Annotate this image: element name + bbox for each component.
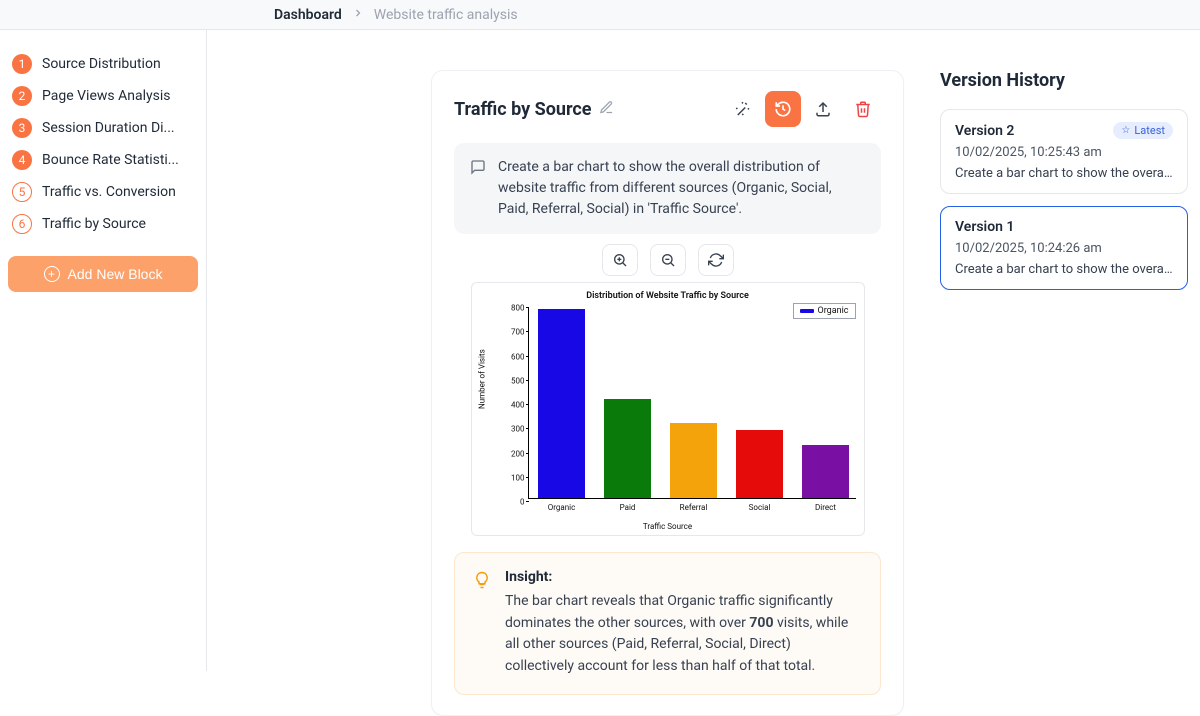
sidebar-item-label: Session Duration Di... — [42, 120, 175, 136]
sidebar-item[interactable]: 5 Traffic vs. Conversion — [8, 176, 198, 208]
breadcrumb-page[interactable]: Website traffic analysis — [374, 7, 518, 23]
version-name: Version 2 — [955, 123, 1014, 139]
history-button[interactable] — [765, 91, 801, 127]
chart-ytick: 800 — [501, 304, 525, 313]
chart-ytick: 700 — [501, 328, 525, 337]
sidebar-item-label: Traffic by Source — [42, 216, 146, 232]
latest-badge: ☆Latest — [1113, 122, 1173, 139]
zoom-in-button[interactable] — [602, 244, 638, 276]
version-history-panel: Version History Version 2 ☆Latest 10/02/20… — [940, 70, 1200, 671]
sidebar-item-number: 4 — [12, 150, 32, 170]
sidebar-item[interactable]: 2 Page Views Analysis — [8, 80, 198, 112]
chart-bar — [736, 430, 784, 498]
wand-icon — [734, 100, 752, 118]
insight-body: The bar chart reveals that Organic traff… — [505, 591, 862, 678]
history-icon — [774, 100, 792, 118]
sidebar-item-number: 2 — [12, 86, 32, 106]
trash-icon — [854, 100, 872, 118]
chart-ylabel: Number of Visits — [477, 349, 486, 409]
sidebar: 1 Source Distribution 2 Page Views Analysis… — [0, 30, 207, 671]
block-title: Traffic by Source — [454, 99, 591, 120]
lightbulb-icon — [473, 571, 491, 678]
chart-xtick: Paid — [620, 503, 636, 512]
sidebar-item[interactable]: 1 Source Distribution — [8, 48, 198, 80]
sidebar-item-number: 6 — [12, 214, 32, 234]
pencil-icon[interactable] — [599, 100, 614, 119]
sidebar-item-label: Bounce Rate Statisti... — [42, 152, 179, 168]
block-card: Traffic by Source — [431, 70, 904, 716]
zoom-in-icon — [612, 252, 628, 268]
insight-box: Insight: The bar chart reveals that Orga… — [454, 552, 881, 695]
delete-button[interactable] — [845, 91, 881, 127]
version-card[interactable]: Version 2 ☆Latest 10/02/2025, 10:25:43 am C… — [940, 109, 1188, 194]
star-icon: ☆ — [1121, 125, 1130, 136]
prompt-text: Create a bar chart to show the overall d… — [498, 157, 865, 220]
refresh-icon — [708, 252, 724, 268]
version-date: 10/02/2025, 10:25:43 am — [955, 145, 1173, 160]
chart-ytick: 300 — [501, 425, 525, 434]
chart-ytick: 500 — [501, 376, 525, 385]
prompt-box: Create a bar chart to show the overall d… — [454, 143, 881, 234]
chart-xtick: Social — [749, 503, 771, 512]
chart-xtick: Direct — [815, 503, 836, 512]
chart-ytick: 200 — [501, 449, 525, 458]
version-desc: Create a bar chart to show the overal... — [955, 262, 1173, 277]
sidebar-item-label: Source Distribution — [42, 56, 161, 72]
sidebar-item[interactable]: 4 Bounce Rate Statisti... — [8, 144, 198, 176]
chart-xtick: Organic — [548, 503, 576, 512]
chart-ytick: 400 — [501, 401, 525, 410]
version-desc: Create a bar chart to show the overall..… — [955, 166, 1173, 181]
refresh-button[interactable] — [698, 244, 734, 276]
chart-plot-area: 0100200300400500600700800OrganicPaidRefe… — [528, 307, 856, 499]
chevron-right-icon — [352, 7, 364, 23]
chart-bar — [538, 309, 586, 498]
chart-bar — [802, 445, 850, 498]
version-date: 10/02/2025, 10:24:26 am — [955, 241, 1173, 256]
sidebar-item-number: 1 — [12, 54, 32, 74]
sidebar-item-number: 5 — [12, 182, 32, 202]
add-block-label: Add New Block — [68, 266, 163, 282]
insight-title: Insight: — [505, 569, 862, 585]
chart-bar — [670, 423, 718, 498]
version-name: Version 1 — [955, 219, 1014, 235]
chart-ytick: 0 — [501, 498, 525, 507]
wand-button[interactable] — [725, 91, 761, 127]
upload-icon — [814, 100, 832, 118]
sidebar-item[interactable]: 6 Traffic by Source — [8, 208, 198, 240]
export-button[interactable] — [805, 91, 841, 127]
zoom-out-icon — [660, 252, 676, 268]
chart-xtick: Referral — [680, 503, 708, 512]
version-card[interactable]: Version 1 10/02/2025, 10:24:26 am Create a… — [940, 206, 1188, 290]
chart-xlabel: Traffic Source — [472, 522, 864, 531]
sidebar-item[interactable]: 3 Session Duration Di... — [8, 112, 198, 144]
breadcrumb-root[interactable]: Dashboard — [274, 7, 342, 23]
breadcrumb: Dashboard Website traffic analysis — [0, 0, 1200, 30]
chart-bar — [604, 399, 652, 498]
sidebar-item-number: 3 — [12, 118, 32, 138]
sidebar-item-label: Page Views Analysis — [42, 88, 170, 104]
chart-ytick: 100 — [501, 473, 525, 482]
zoom-out-button[interactable] — [650, 244, 686, 276]
plus-circle-icon: + — [44, 266, 60, 282]
chart-title: Distribution of Website Traffic by Sourc… — [472, 291, 864, 301]
chart: Distribution of Website Traffic by Sourc… — [471, 282, 865, 536]
chat-icon — [470, 159, 486, 220]
add-block-button[interactable]: + Add New Block — [8, 256, 198, 292]
version-history-title: Version History — [940, 70, 1188, 91]
sidebar-item-label: Traffic vs. Conversion — [42, 184, 176, 200]
chart-ytick: 600 — [501, 352, 525, 361]
